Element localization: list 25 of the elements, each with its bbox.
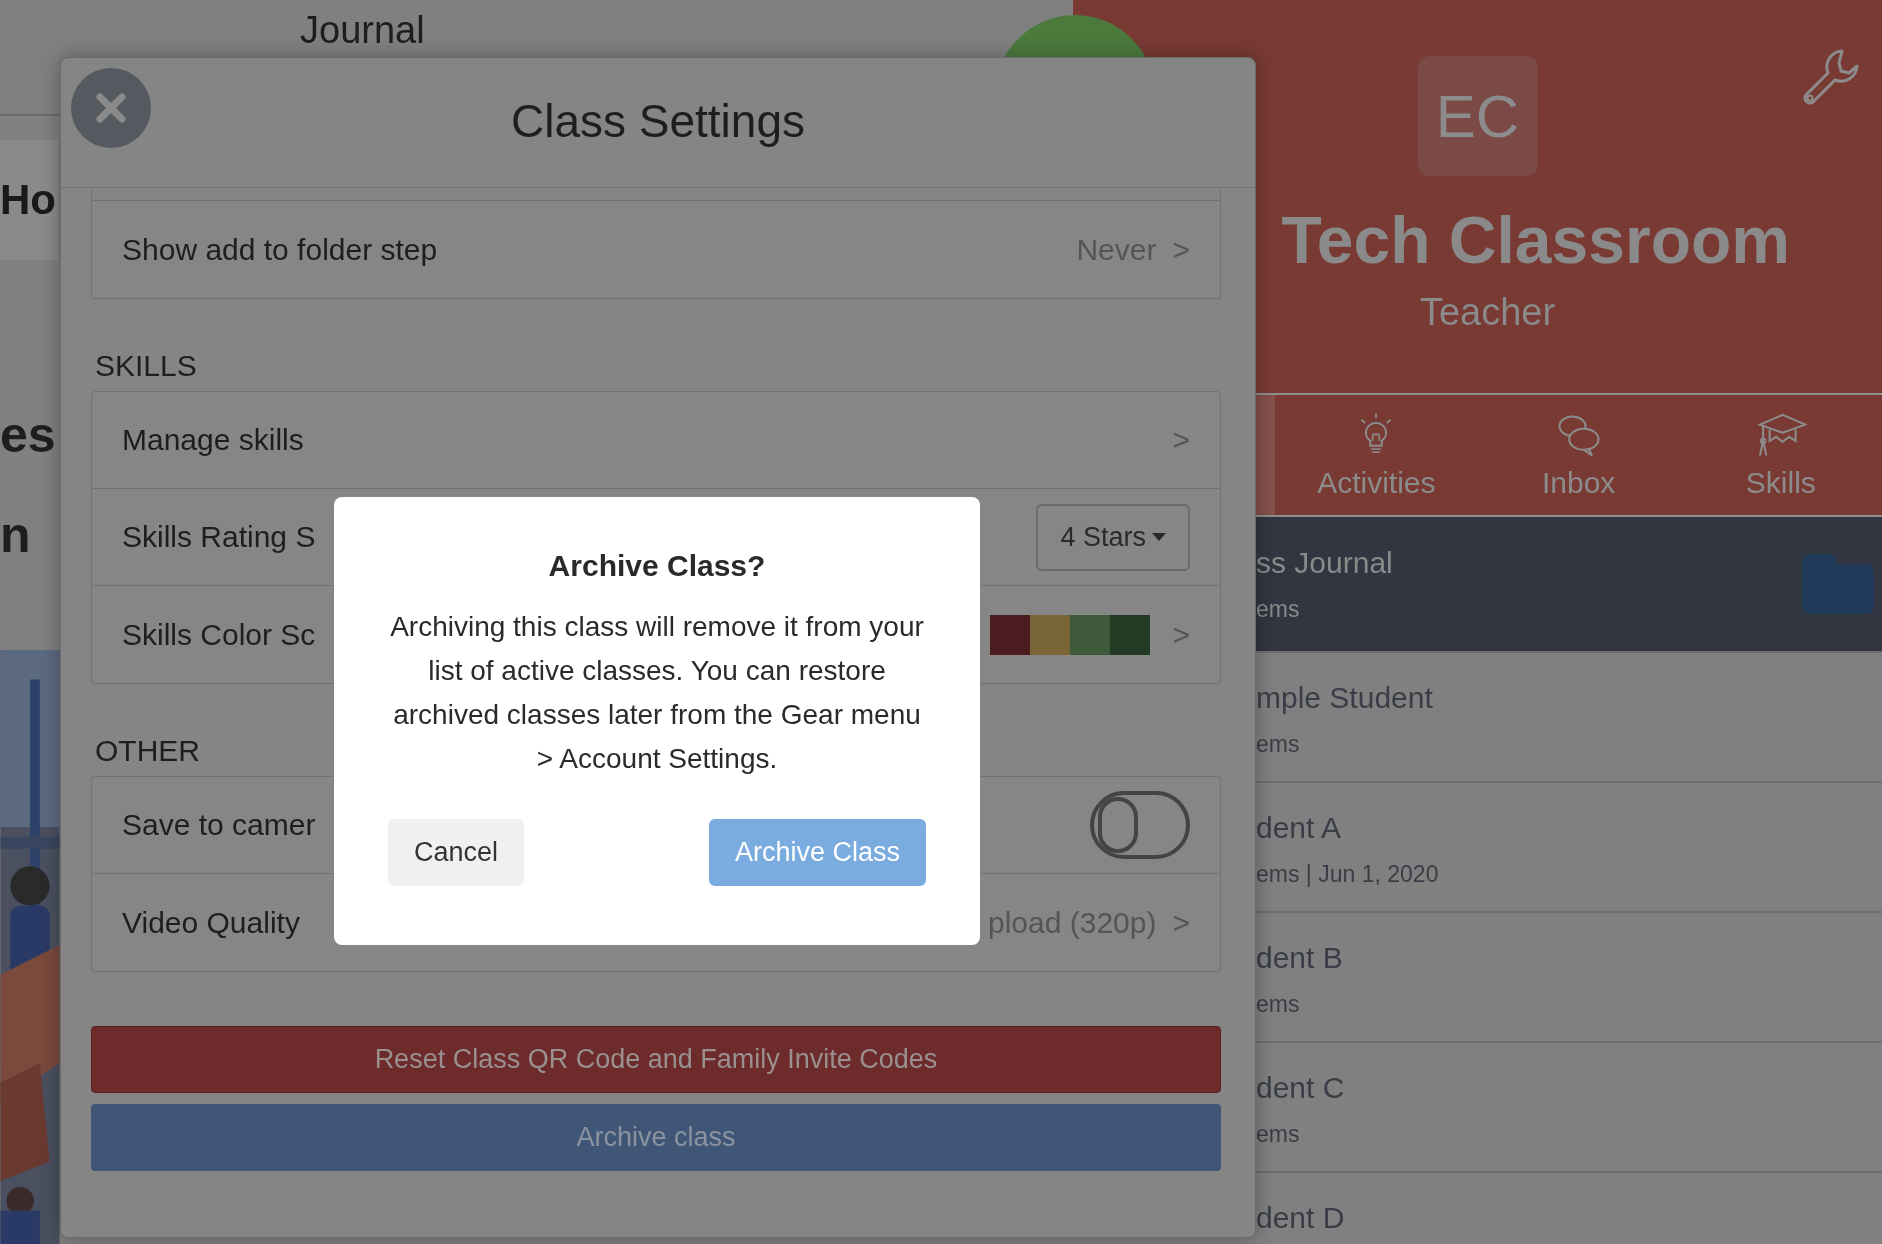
dialog-message: Archiving this class will remove it from your list of active classes. You can restore archived classes later from the Gear menu > Account Settings.: [389, 610, 925, 776]
item-detail: ems: [1256, 595, 1301, 623]
modal-title: Class Settings: [511, 93, 805, 148]
chevron-text: >: [1172, 617, 1190, 652]
item-detail: ems: [1256, 731, 1301, 758]
item-name: mple Student: [1256, 681, 1433, 715]
dialog-title: Archive Class?: [548, 549, 766, 583]
headline-text: n: [0, 509, 31, 560]
item-name: dent C: [1256, 1071, 1345, 1105]
item-detail: ems: [1256, 991, 1301, 1018]
chevron-text: >: [1172, 232, 1190, 267]
item-detail: ems: [1256, 1121, 1301, 1148]
item-name: dent B: [1256, 941, 1343, 975]
class-role: Teacher: [1418, 290, 1556, 334]
item-name: ss Journal: [1256, 545, 1393, 580]
section-heading: SKILLS: [95, 349, 197, 383]
page-heading: Journal: [300, 10, 425, 52]
chevron-text: >: [1172, 423, 1190, 457]
headline-text: es: [0, 409, 56, 460]
class-avatar: EC: [1417, 56, 1538, 176]
item-name: dent D: [1256, 1201, 1345, 1235]
item-detail: ems | Jun 1, 2020: [1256, 861, 1439, 888]
class-title: Tech Classroom: [1281, 204, 1790, 277]
section-heading: OTHER: [95, 734, 200, 768]
item-name: dent A: [1256, 811, 1343, 845]
